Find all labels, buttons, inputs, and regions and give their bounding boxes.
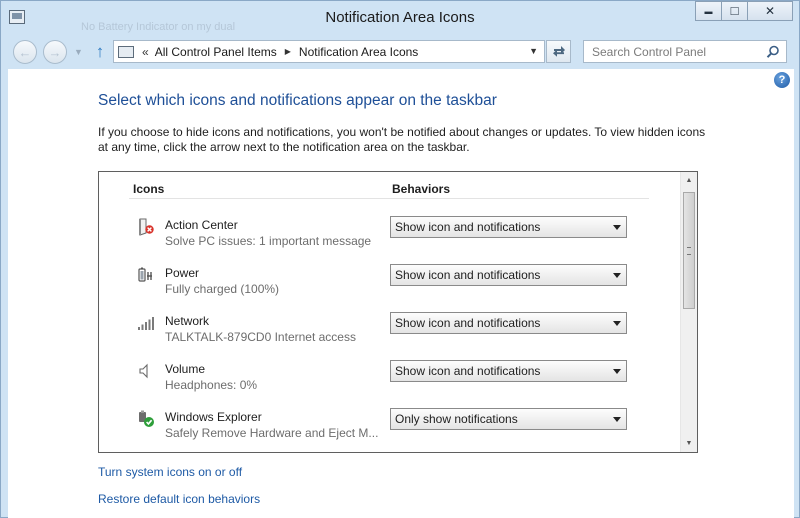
turn-system-icons-link[interactable]: Turn system icons on or off [98,465,242,479]
notification-icons-list[interactable]: Icons Behaviors Action Center Solve PC i… [98,171,698,453]
scroll-down-arrow-icon[interactable]: ▼ [681,435,697,452]
behavior-selected-value: Only show notifications [395,412,518,426]
item-status: Solve PC issues: 1 important message [165,234,372,248]
title-bar[interactable]: No Battery Indicator on my dual Notifica… [1,1,799,35]
back-arrow-icon: ← [18,44,32,60]
network-signal-icon [138,317,154,330]
back-button[interactable]: ← [13,40,37,64]
close-button[interactable]: ✕ [747,1,793,21]
breadcrumb-separator-icon[interactable]: ▶ [285,47,291,56]
close-icon: ✕ [764,4,776,18]
minimize-button[interactable]: ▬ [695,1,722,21]
scroll-up-arrow-icon[interactable]: ▲ [681,172,697,189]
maximize-button[interactable]: □ [721,1,748,21]
breadcrumb-all-control-panel-items[interactable]: All Control Panel Items [155,45,277,59]
help-icon[interactable]: ? [774,72,790,88]
window-controls: ▬ □ ✕ [695,1,793,21]
safely-remove-hardware-icon [139,410,154,427]
behavior-dropdown-network[interactable]: Show icon and notifications [390,312,627,334]
action-center-icon [139,218,154,236]
chevron-down-icon [613,417,621,422]
list-item-power: Power Fully charged (100%) Show icon and… [99,264,679,314]
item-name: Power [165,266,200,280]
list-scrollbar[interactable]: ▲ ▼ [680,172,697,452]
list-item-action-center: Action Center Solve PC issues: 1 importa… [99,216,679,266]
volume-speaker-icon [139,363,148,379]
behavior-selected-value: Show icon and notifications [395,268,541,282]
behavior-selected-value: Show icon and notifications [395,220,541,234]
breadcrumb-notification-area-icons[interactable]: Notification Area Icons [299,45,418,59]
list-item-volume: Volume Headphones: 0% Show icon and noti… [99,360,679,410]
item-status: Safely Remove Hardware and Eject M... [165,426,379,440]
address-bar[interactable]: « All Control Panel Items ▶ Notification… [113,40,545,63]
control-panel-window: No Battery Indicator on my dual Notifica… [0,0,800,518]
list-item-network: Network TALKTALK-879CD0 Internet access … [99,312,679,362]
page-description: If you choose to hide icons and notifica… [98,125,706,154]
behavior-dropdown-windows-explorer[interactable]: Only show notifications [390,408,627,430]
header-divider [129,198,649,199]
item-name: Network [165,314,210,328]
up-arrow-icon: ↑ [95,42,105,61]
column-header-behaviors: Behaviors [392,182,451,196]
maximize-icon: □ [730,3,739,18]
forward-button[interactable]: → [43,40,67,64]
scroll-thumb[interactable] [683,192,695,309]
search-box [583,40,787,63]
chevron-down-icon [613,273,621,278]
page-title: Select which icons and notifications app… [98,92,497,109]
up-button[interactable]: ↑ [91,42,109,62]
behavior-selected-value: Show icon and notifications [395,364,541,378]
item-name: Windows Explorer [165,410,262,424]
behavior-dropdown-power[interactable]: Show icon and notifications [390,264,627,286]
column-header-icons: Icons [133,182,165,196]
recent-pages-chevron-down-icon[interactable]: ▼ [74,47,83,57]
restore-default-behaviors-link[interactable]: Restore default icon behaviors [98,492,260,506]
item-status: TALKTALK-879CD0 Internet access [165,330,356,344]
behavior-dropdown-volume[interactable]: Show icon and notifications [390,360,627,382]
breadcrumb-overflow[interactable]: « [142,45,149,59]
chevron-down-icon [613,321,621,326]
behavior-selected-value: Show icon and notifications [395,316,541,330]
address-history-chevron-down-icon[interactable]: ▼ [529,46,538,56]
list-item-windows-explorer: Windows Explorer Safely Remove Hardware … [99,408,679,452]
refresh-icon [552,45,565,57]
search-input[interactable] [584,41,760,62]
content-pane: ? Select which icons and notifications a… [8,69,794,518]
item-status: Headphones: 0% [165,378,258,392]
power-icon [138,267,152,282]
item-status: Fully charged (100%) [165,282,280,296]
control-panel-location-icon [118,45,134,58]
behavior-dropdown-action-center[interactable]: Show icon and notifications [390,216,627,238]
chevron-down-icon [613,369,621,374]
item-name: Action Center [165,218,238,232]
forward-arrow-icon: → [48,44,62,60]
chevron-down-icon [613,225,621,230]
window-title: Notification Area Icons [325,9,475,26]
item-name: Volume [165,362,206,376]
navigation-bar: ← → ▼ ↑ « All Control Panel Items ▶ Noti… [1,35,799,67]
refresh-button[interactable] [546,40,571,63]
minimize-icon: ▬ [704,6,713,16]
search-icon[interactable] [766,45,780,59]
